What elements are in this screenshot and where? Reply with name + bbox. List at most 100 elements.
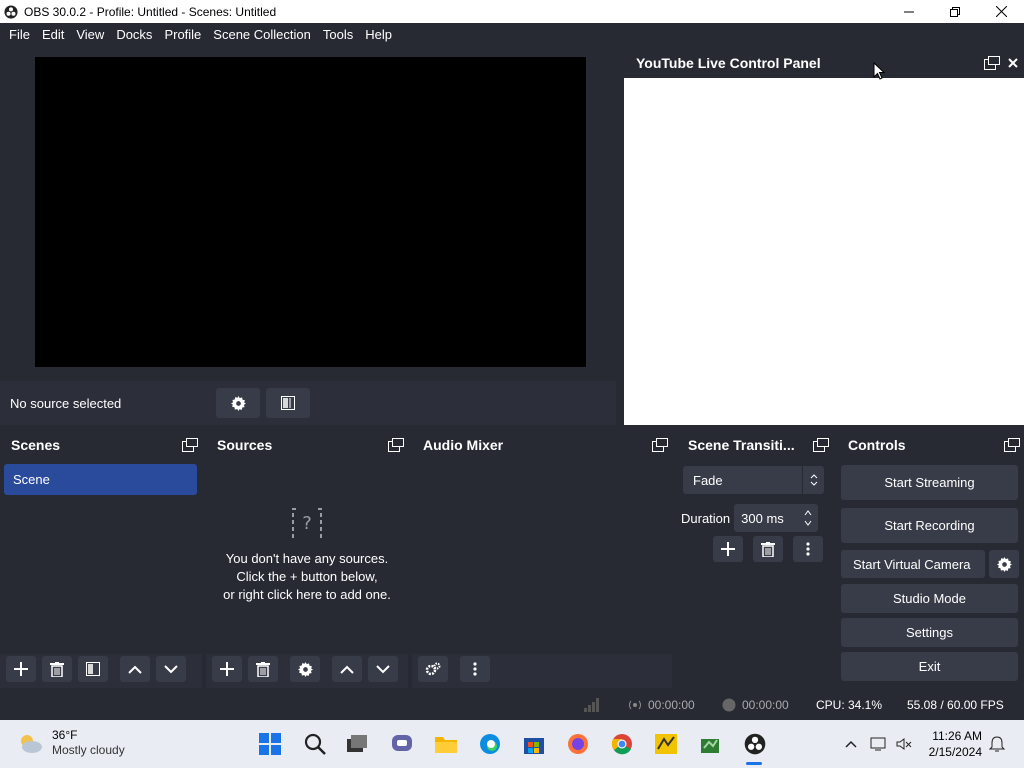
menu-tools[interactable]: Tools [317,23,359,47]
move-scene-up-button[interactable] [120,656,150,682]
undock-icon[interactable] [1004,438,1020,452]
teams-chat-button[interactable] [390,732,414,756]
add-scene-button[interactable] [6,656,36,682]
firefox-icon [568,734,588,754]
controls-dock: Controls Start Streaming Start Recording… [837,430,1024,688]
undock-icon[interactable] [984,55,1000,70]
record-timer: 00:00:00 [742,698,789,712]
window-title: OBS 30.0.2 - Profile: Untitled - Scenes:… [24,4,277,19]
microsoft-store-button[interactable] [522,732,546,756]
up-down-arrows-icon [810,474,817,486]
volume-button[interactable] [892,732,916,756]
start-recording-button[interactable]: Start Recording [841,508,1018,543]
menu-profile[interactable]: Profile [158,23,207,47]
show-hidden-icons-button[interactable] [839,732,863,756]
menu-scene-collection[interactable]: Scene Collection [207,23,317,47]
record-icon [722,698,736,712]
fps-readout: 55.08 / 60.00 FPS [907,698,1004,712]
move-scene-down-button[interactable] [156,656,186,682]
task-view-button[interactable] [345,732,369,756]
store-icon [524,738,544,754]
scene-item-label: Scene [13,472,50,487]
remove-transition-button[interactable] [753,536,783,562]
obs-logo-icon [4,4,18,19]
menu-docks[interactable]: Docks [110,23,158,47]
menu-file[interactable]: File [3,23,36,47]
minimize-button[interactable] [886,0,932,23]
start-button[interactable] [258,732,282,756]
studio-mode-button[interactable]: Studio Mode [841,584,1018,613]
close-window-button[interactable] [978,0,1024,23]
source-filters-button[interactable] [266,388,310,418]
firefox-button[interactable] [566,732,590,756]
notifications-button[interactable] [985,732,1009,756]
network-button[interactable] [867,732,891,756]
sources-list[interactable]: ? You don't have any sources. Click the … [206,460,408,654]
remove-source-button[interactable] [248,656,278,682]
gears-icon [425,662,441,676]
undock-icon[interactable] [652,438,668,452]
clock-date: 2/15/2024 [928,745,982,759]
undock-icon[interactable] [182,438,198,452]
obs-taskbar-button[interactable] [743,732,767,756]
chrome-button[interactable] [610,732,634,756]
exit-button[interactable]: Exit [841,652,1018,681]
start-streaming-button[interactable]: Start Streaming [841,465,1018,500]
menu-help[interactable]: Help [359,23,398,47]
plus-icon [14,662,28,676]
monitor-icon [870,737,886,751]
move-source-up-button[interactable] [332,656,362,682]
edge-browser-button[interactable] [478,732,502,756]
youtube-panel-content[interactable] [624,78,1024,425]
advanced-audio-properties-button[interactable] [418,656,448,682]
add-source-button[interactable] [212,656,242,682]
windows-logo-icon [259,733,281,755]
muted-speaker-icon [896,738,912,750]
undock-icon[interactable] [388,438,404,452]
close-icon[interactable] [1008,57,1018,68]
weather-temp: 36°F [52,728,78,742]
chevron-down-icon[interactable] [804,520,812,526]
search-taskbar-button[interactable] [303,732,327,756]
transition-select[interactable]: Fade [683,466,824,494]
plus-icon [721,542,735,556]
app-button-yellow[interactable] [654,732,678,756]
system-clock[interactable]: 11:26 AM 2/15/2024 [922,728,982,760]
question-mark-icon: ? [292,508,322,538]
scene-list-item[interactable]: Scene [4,464,197,495]
scene-transitions-dock: Scene Transiti... Fade Duration 300 ms [677,430,833,688]
undock-icon[interactable] [813,438,829,452]
source-properties-button[interactable] [216,388,260,418]
duration-spinbox[interactable]: 300 ms [734,504,819,532]
edge-icon [480,734,500,754]
preview-area [0,47,620,380]
mixer-menu-button[interactable] [460,656,490,682]
file-explorer-button[interactable] [434,732,458,756]
windows-taskbar: 36°F Mostly cloudy 11:26 AM 2/15/2024 [0,720,1024,768]
start-virtual-camera-button[interactable]: Start Virtual Camera [841,550,985,578]
menu-edit[interactable]: Edit [36,23,70,47]
source-properties-button[interactable] [290,656,320,682]
cloud-icon [21,735,42,753]
menu-view[interactable]: View [70,23,110,47]
weather-widget[interactable]: 36°F Mostly cloudy [18,728,125,758]
trash-icon [50,661,64,677]
settings-button[interactable]: Settings [841,618,1018,647]
restore-icon [950,6,960,17]
transition-menu-button[interactable] [793,536,823,562]
chevron-up-icon[interactable] [804,510,812,516]
filter-icon [86,662,100,676]
mouse-cursor-icon [873,62,885,80]
move-source-down-button[interactable] [368,656,398,682]
preview-canvas[interactable] [35,57,586,367]
duration-label: Duration [681,510,731,526]
scene-filters-button[interactable] [78,656,108,682]
transition-selected-value: Fade [693,472,723,488]
signal-bars-icon [584,698,599,712]
virtual-camera-settings-button[interactable] [989,550,1019,578]
plus-icon [220,662,234,676]
restore-button[interactable] [932,0,978,23]
remove-scene-button[interactable] [42,656,72,682]
app-button-green[interactable] [698,732,722,756]
add-transition-button[interactable] [713,536,743,562]
